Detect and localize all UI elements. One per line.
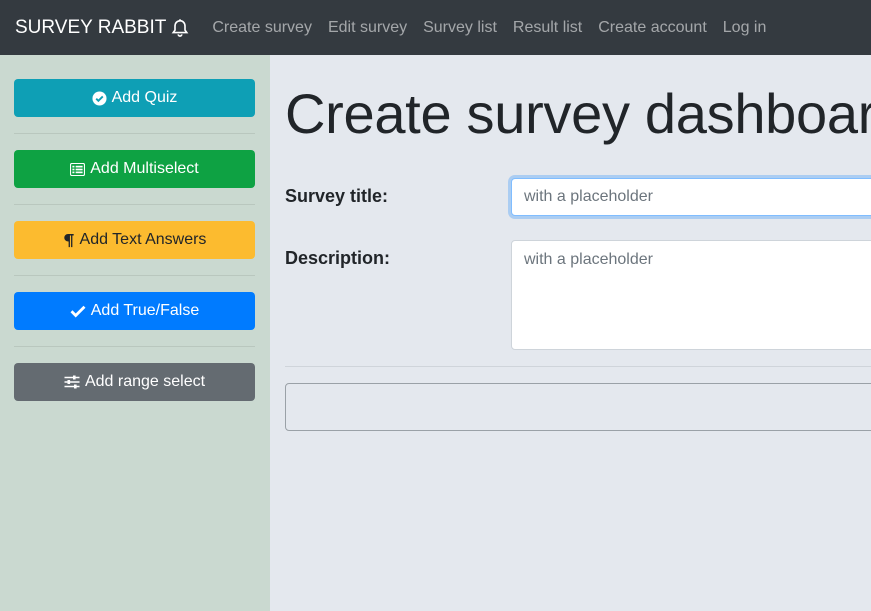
survey-title-label: Survey title: bbox=[285, 186, 389, 206]
sidebar-divider bbox=[14, 133, 255, 134]
add-quiz-button[interactable]: Add Quiz bbox=[14, 79, 255, 117]
add-true-false-button[interactable]: Add True/False bbox=[14, 292, 255, 330]
page-title: Create survey dashboard bbox=[285, 82, 871, 145]
paragraph-icon bbox=[63, 233, 74, 247]
nav-create-survey[interactable]: Create survey bbox=[212, 19, 312, 37]
add-text-answers-button[interactable]: Add Text Answers bbox=[14, 221, 255, 259]
sidebar-divider bbox=[14, 204, 255, 205]
sidebar-divider bbox=[14, 275, 255, 276]
nav-create-account[interactable]: Create account bbox=[598, 19, 707, 37]
sidebar-divider bbox=[14, 346, 255, 347]
nav-result-list[interactable]: Result list bbox=[513, 19, 582, 37]
description-input[interactable] bbox=[511, 240, 871, 350]
brand[interactable]: SURVEY RABBIT bbox=[15, 17, 190, 39]
check-icon bbox=[70, 305, 86, 318]
form-divider bbox=[285, 366, 871, 367]
add-text-answers-label: Add Text Answers bbox=[79, 231, 207, 248]
nav-edit-survey[interactable]: Edit survey bbox=[328, 19, 407, 37]
add-range-select-button[interactable]: Add range select bbox=[14, 363, 255, 401]
add-multiselect-button[interactable]: Add Multiselect bbox=[14, 150, 255, 188]
nav-survey-list[interactable]: Survey list bbox=[423, 19, 497, 37]
sliders-icon bbox=[64, 375, 80, 389]
nav-log-in[interactable]: Log in bbox=[723, 19, 767, 37]
bell-icon bbox=[172, 18, 189, 37]
navbar: SURVEY RABBIT Create survey Edit survey … bbox=[0, 0, 871, 55]
main-content: Create survey dashboard Survey title: De… bbox=[270, 55, 871, 611]
add-quiz-label: Add Quiz bbox=[111, 89, 178, 106]
sidebar: Add Quiz Add Multiselect Add Text Answer… bbox=[0, 55, 270, 611]
description-label: Description: bbox=[285, 248, 391, 268]
check-circle-icon bbox=[92, 90, 107, 106]
survey-title-input[interactable] bbox=[511, 178, 871, 216]
add-range-select-label: Add range select bbox=[84, 373, 206, 390]
add-true-false-label: Add True/False bbox=[90, 302, 200, 319]
brand-name: SURVEY RABBIT bbox=[15, 16, 167, 38]
add-multiselect-label: Add Multiselect bbox=[90, 160, 199, 177]
list-icon bbox=[70, 162, 86, 176]
questions-container[interactable] bbox=[285, 383, 871, 431]
